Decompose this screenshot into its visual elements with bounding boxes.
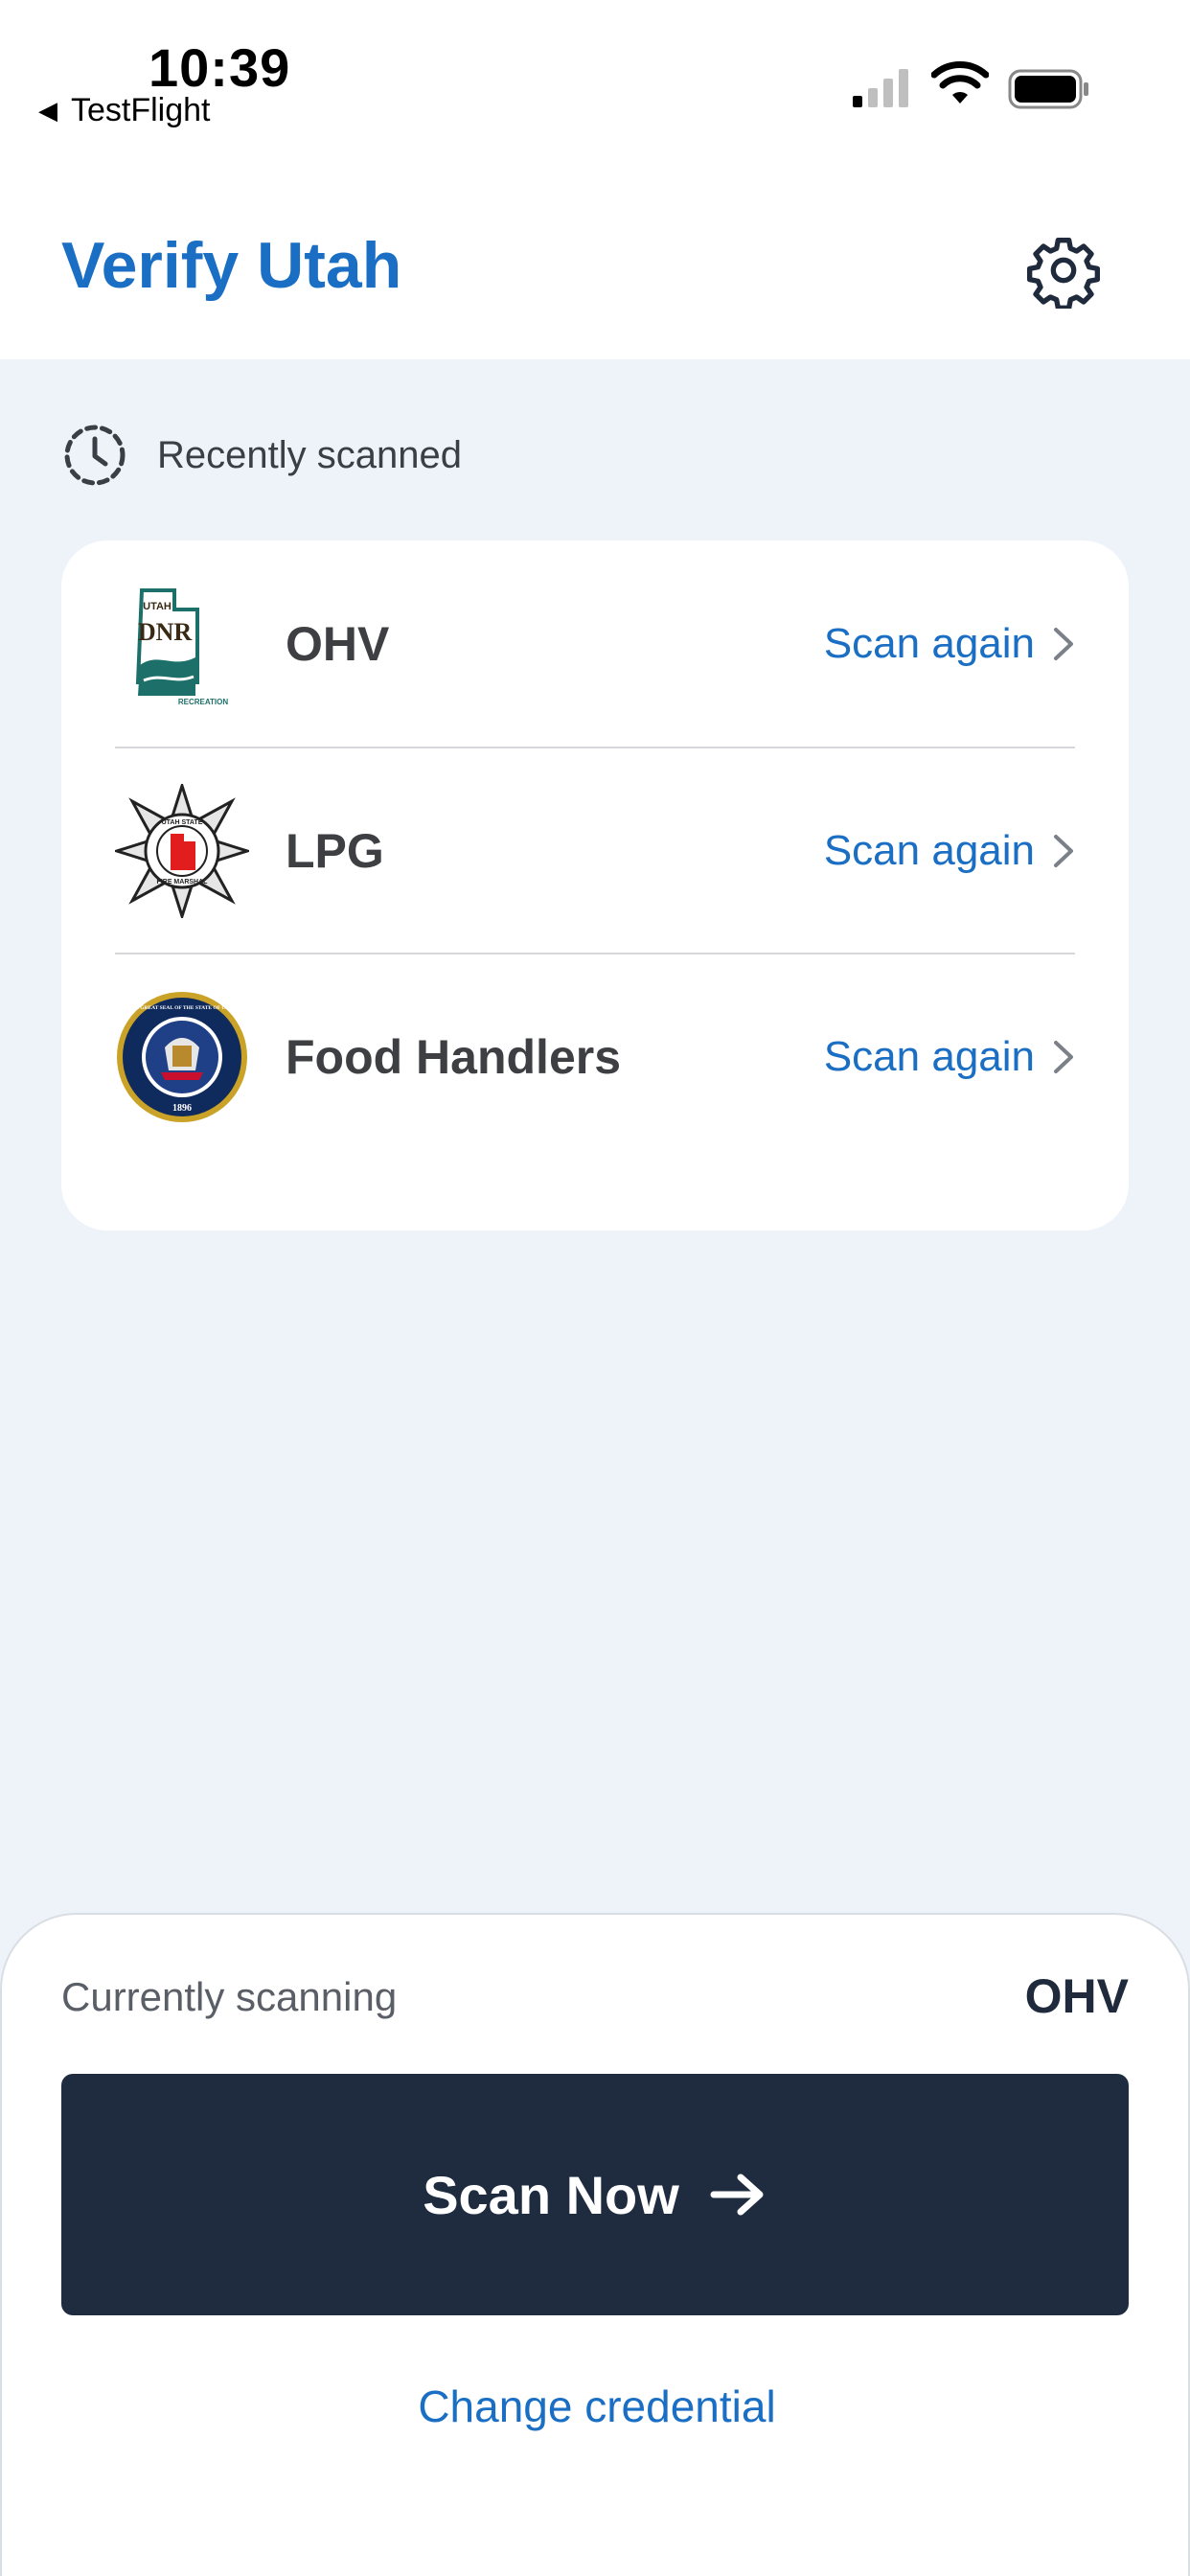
app-header: Verify Utah [0, 172, 1190, 359]
scan-again-link[interactable]: Scan again [824, 620, 1075, 668]
recently-scanned-label: Recently scanned [157, 433, 462, 476]
recent-credentials-card: UTAH DNR RECREATION OHV Scan again UTAH … [61, 540, 1129, 1230]
scan-bottom-sheet: Currently scanning OHV Scan Now Change c… [0, 1913, 1190, 2576]
dnr-logo-top-text: UTAH [143, 601, 172, 612]
back-to-testflight[interactable]: ◀ TestFlight [38, 92, 211, 129]
currently-scanning-label: Currently scanning [61, 1974, 398, 2019]
back-triangle-icon: ◀ [38, 96, 57, 125]
credential-name: OHV [286, 616, 390, 671]
scan-again-label: Scan again [823, 1032, 1035, 1080]
utah-state-fire-marshal-badge: UTAH STATE FIRE MARSHAL [115, 783, 249, 918]
arrow-right-icon [710, 2174, 764, 2216]
credential-row-lpg[interactable]: UTAH STATE FIRE MARSHAL LPG Scan again [115, 747, 1075, 953]
dnr-logo-mid-text: DNR [138, 618, 193, 646]
scan-now-label: Scan Now [423, 2164, 679, 2225]
fire-marshal-bottom-text: FIRE MARSHAL [157, 879, 209, 886]
credential-row-food-handlers[interactable]: THE GREAT SEAL OF THE STATE OF UTAH 1896… [115, 953, 1075, 1159]
clock-history-icon [64, 425, 126, 486]
chevron-right-icon [1054, 834, 1073, 867]
fire-marshal-top-text: UTAH STATE [162, 819, 203, 826]
credential-row-ohv[interactable]: UTAH DNR RECREATION OHV Scan again [115, 540, 1075, 747]
great-seal-of-utah: THE GREAT SEAL OF THE STATE OF UTAH 1896 [117, 991, 247, 1122]
seal-ring-text: THE GREAT SEAL OF THE STATE OF UTAH [127, 1005, 237, 1011]
utah-dnr-recreation-logo: UTAH DNR RECREATION [135, 587, 229, 706]
cellular-signal-icon [853, 69, 908, 107]
chevron-right-icon [1054, 627, 1073, 660]
battery-icon [1008, 69, 1088, 109]
back-app-label: TestFlight [71, 92, 211, 128]
recently-scanned-header: Recently scanned [61, 422, 462, 489]
scan-now-button[interactable]: Scan Now [61, 2074, 1129, 2315]
change-credential-link[interactable]: Change credential [2, 2380, 1190, 2432]
currently-scanning-value: OHV [1024, 1969, 1129, 2023]
page-title: Verify Utah [61, 229, 402, 302]
scan-again-label: Scan again [823, 619, 1035, 667]
dnr-logo-bottom-text: RECREATION [178, 698, 229, 706]
gear-icon [1027, 238, 1100, 309]
credential-name: Food Handlers [286, 1029, 622, 1084]
chevron-right-icon [1054, 1040, 1073, 1073]
scan-again-label: Scan again [823, 826, 1035, 874]
settings-button[interactable] [1023, 230, 1104, 310]
credential-name: LPG [286, 823, 384, 878]
seal-year-text: 1896 [172, 1103, 192, 1114]
scan-again-link[interactable]: Scan again [824, 1033, 1075, 1081]
status-bar: 10:39 ◀ TestFlight [0, 0, 1190, 172]
scan-again-link[interactable]: Scan again [824, 827, 1075, 875]
wifi-icon [931, 61, 989, 104]
status-time: 10:39 [149, 37, 291, 98]
